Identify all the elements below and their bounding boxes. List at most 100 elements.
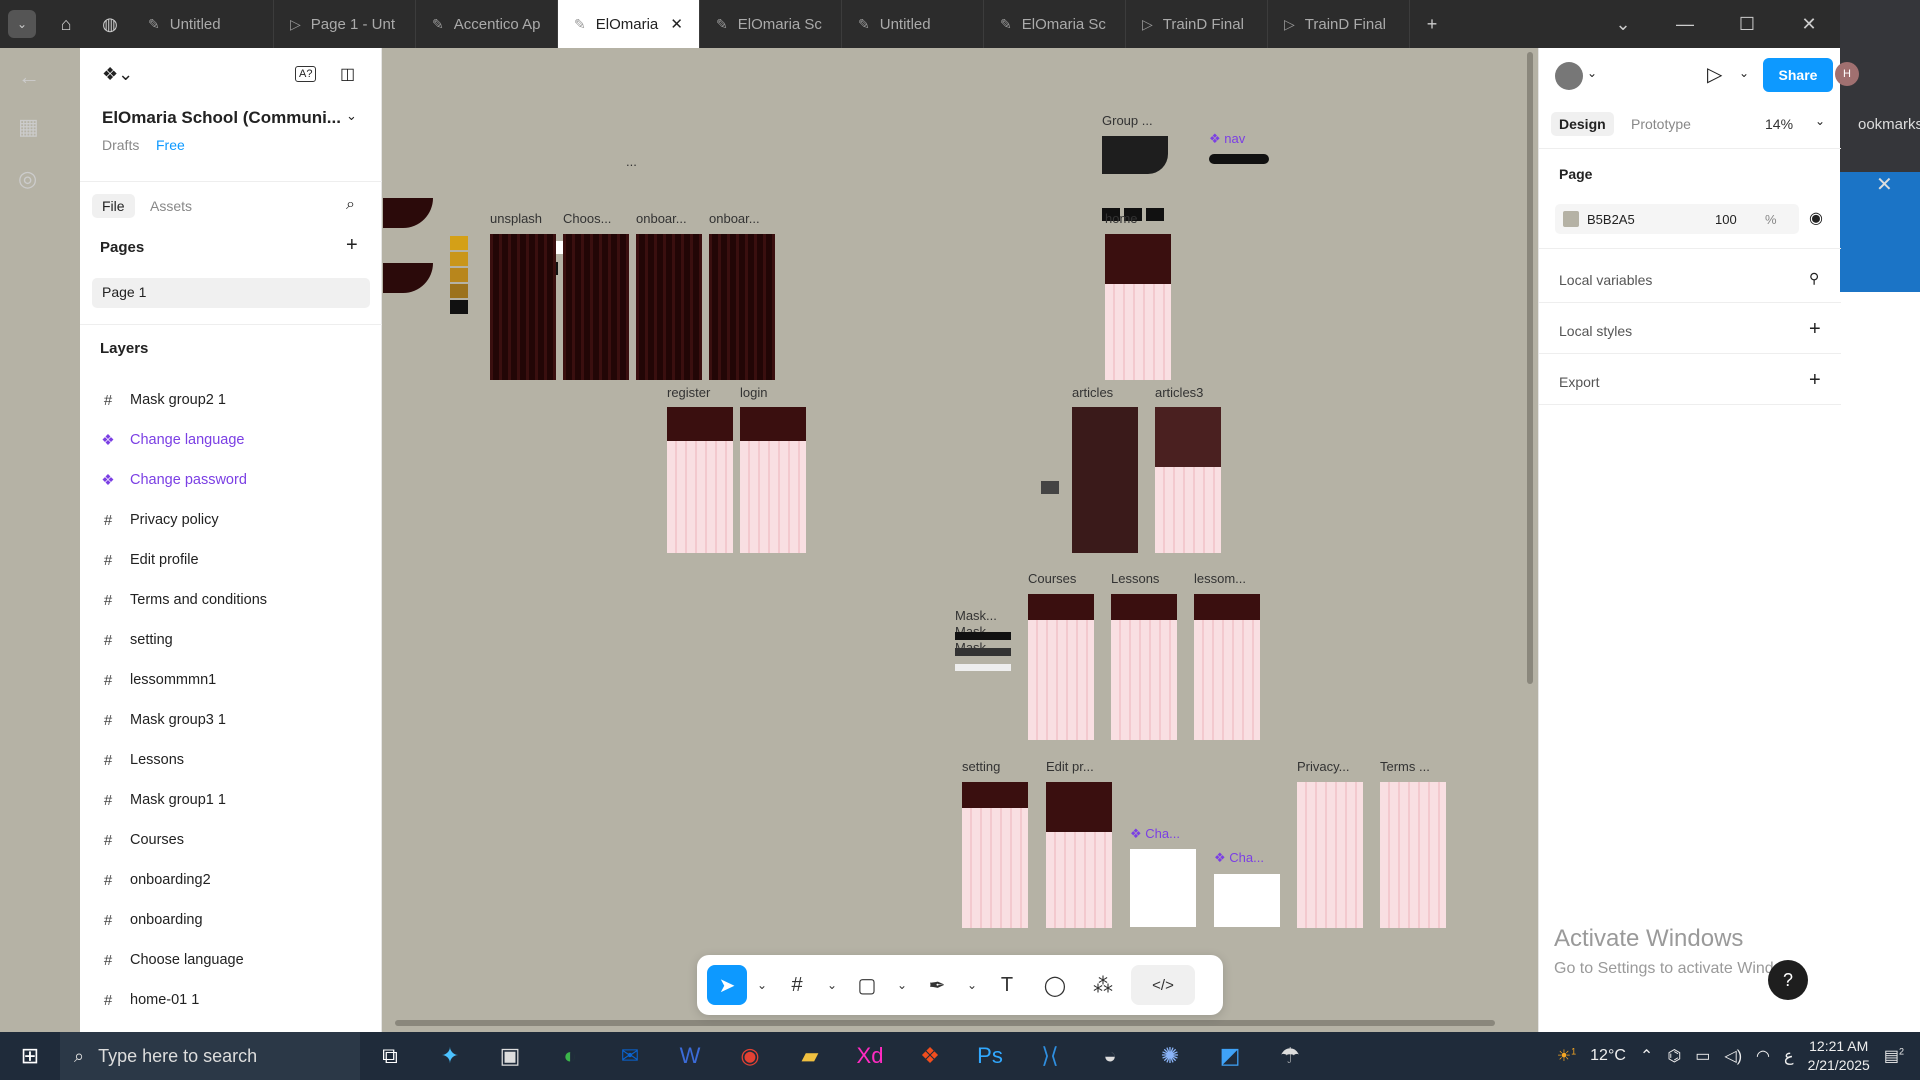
- frame-change-language[interactable]: [1214, 874, 1280, 927]
- weather-icon[interactable]: ☀1: [1557, 1046, 1576, 1066]
- design-canvas[interactable]: ... unsplash Choos... onboar... onboar..…: [383, 48, 1537, 1032]
- layer-item[interactable]: # Edit profile: [100, 544, 370, 576]
- frame-label[interactable]: onboar...: [636, 211, 687, 226]
- chevron-down-icon[interactable]: ⌄: [965, 965, 979, 1005]
- layer-item[interactable]: # Mask group1 1: [100, 784, 370, 816]
- actions-tool-icon[interactable]: ⁂: [1083, 965, 1123, 1005]
- figma-icon[interactable]: ❖: [900, 1032, 960, 1080]
- color-swatch[interactable]: [450, 284, 468, 298]
- frame-home[interactable]: [1105, 234, 1171, 380]
- browser-tab[interactable]: ✎ Untitled: [132, 0, 274, 48]
- bookmarks-label[interactable]: ookmarks: [1858, 116, 1920, 133]
- chevron-down-icon[interactable]: ⌄: [346, 108, 357, 124]
- chevron-down-icon[interactable]: ⌄: [1815, 114, 1825, 128]
- browser-tab[interactable]: ▷ Page 1 - Unt: [274, 0, 416, 48]
- windows-start-icon[interactable]: ⊞: [0, 1032, 60, 1080]
- frame-login[interactable]: [740, 407, 806, 553]
- mask-shape[interactable]: [383, 263, 433, 293]
- frame-terms[interactable]: [1380, 782, 1446, 928]
- folder-icon[interactable]: ▰: [780, 1032, 840, 1080]
- chevron-up-icon[interactable]: ⌃: [1640, 1046, 1653, 1066]
- frame-unsplash[interactable]: [490, 234, 556, 380]
- component-label[interactable]: ❖ nav: [1209, 131, 1245, 147]
- frame-register[interactable]: [667, 407, 733, 553]
- plan-badge[interactable]: Free: [156, 137, 185, 153]
- layer-item[interactable]: # onboarding2: [100, 864, 370, 896]
- export-label[interactable]: Export: [1559, 374, 1599, 390]
- frame-label[interactable]: articles3: [1155, 385, 1203, 400]
- color-swatch[interactable]: [450, 252, 468, 266]
- add-page-icon[interactable]: +: [346, 234, 358, 257]
- component-label[interactable]: ❖ Cha...: [1214, 850, 1264, 866]
- frame-label[interactable]: Edit pr...: [1046, 759, 1094, 774]
- layer-item[interactable]: ❖ Change language: [100, 424, 370, 456]
- clock[interactable]: 12:21 AM 2/21/2025: [1808, 1037, 1870, 1075]
- app-icon[interactable]: ☂: [1260, 1032, 1320, 1080]
- frame-setting[interactable]: [962, 782, 1028, 928]
- page-item[interactable]: Page 1: [92, 278, 370, 308]
- layer-item[interactable]: # Privacy policy: [100, 504, 370, 536]
- mask-shape[interactable]: [955, 648, 1011, 656]
- horizontal-scrollbar[interactable]: [395, 1020, 1495, 1026]
- frame-lessons[interactable]: [1111, 594, 1177, 740]
- project-title[interactable]: ElOmaria School (Communi...: [102, 108, 341, 128]
- adobe-xd-icon[interactable]: Xd: [840, 1032, 900, 1080]
- user-avatar[interactable]: H: [1835, 62, 1859, 86]
- frame-change-password[interactable]: [1130, 849, 1196, 927]
- frame-label[interactable]: lessom...: [1194, 571, 1246, 586]
- layer-item[interactable]: ❖ Change password: [100, 464, 370, 496]
- browser-tab[interactable]: ✎ ElOmaria Sc: [984, 0, 1126, 48]
- frame-label[interactable]: login: [740, 385, 767, 400]
- browser-tab[interactable]: ▷ TrainD Final: [1126, 0, 1268, 48]
- chevron-down-icon[interactable]: ⌄: [895, 965, 909, 1005]
- frame-edit-profile[interactable]: [1046, 782, 1112, 928]
- vscode-icon[interactable]: ⟩⟨: [1020, 1032, 1080, 1080]
- waves-icon[interactable]: W: [660, 1032, 720, 1080]
- nav-component[interactable]: [1209, 154, 1269, 164]
- variables-icon[interactable]: ⚲: [1809, 270, 1819, 287]
- page-color-field[interactable]: B5B2A5 100 %: [1555, 204, 1799, 234]
- frame-onboarding2[interactable]: [709, 234, 775, 380]
- layer-item[interactable]: # Courses: [100, 824, 370, 856]
- frame-label[interactable]: Mask...: [955, 608, 997, 623]
- dev-mode-icon[interactable]: </>: [1131, 965, 1195, 1005]
- chevron-down-icon[interactable]: ⌄: [1587, 66, 1597, 80]
- move-tool-icon[interactable]: ➤: [707, 965, 747, 1005]
- notifications-icon[interactable]: ▤2: [1884, 1046, 1904, 1066]
- comment-tool-icon[interactable]: ◯: [1035, 965, 1075, 1005]
- globe-icon[interactable]: ◍: [88, 0, 132, 48]
- battery-icon[interactable]: ▭: [1695, 1046, 1710, 1066]
- pen-tool-icon[interactable]: ✒: [917, 965, 957, 1005]
- frame-articles3[interactable]: [1155, 407, 1221, 553]
- back-icon[interactable]: ←: [18, 64, 40, 90]
- frame-tool-icon[interactable]: #: [777, 965, 817, 1005]
- frame-label[interactable]: articles: [1072, 385, 1113, 400]
- copilot-icon[interactable]: ✦: [420, 1032, 480, 1080]
- apps-icon[interactable]: ▦: [18, 114, 39, 140]
- close-window-icon[interactable]: ✕: [1778, 0, 1840, 48]
- color-swatch[interactable]: [1563, 211, 1579, 227]
- frame-lessommmn1[interactable]: [1194, 594, 1260, 740]
- local-variables-label[interactable]: Local variables: [1559, 272, 1652, 288]
- tab-design[interactable]: Design: [1551, 112, 1614, 136]
- color-swatch[interactable]: [450, 268, 468, 282]
- sidebar-toggle-icon[interactable]: ◫: [340, 64, 355, 84]
- layer-item[interactable]: # Terms and conditions: [100, 584, 370, 616]
- frame-label[interactable]: register: [667, 385, 710, 400]
- eye-icon[interactable]: ◉: [1809, 208, 1823, 228]
- network-icon[interactable]: ⌬: [1667, 1046, 1681, 1066]
- frame-privacy-policy[interactable]: [1297, 782, 1363, 928]
- add-style-icon[interactable]: +: [1809, 318, 1821, 341]
- layer-item[interactable]: # lessommmn1: [100, 664, 370, 696]
- help-button[interactable]: ?: [1768, 960, 1808, 1000]
- frame-label[interactable]: Lessons: [1111, 571, 1159, 586]
- home-icon[interactable]: ⌂: [44, 0, 88, 48]
- figma-menu-icon[interactable]: ❖⌄: [102, 64, 133, 85]
- temperature[interactable]: 12°C: [1590, 1047, 1626, 1065]
- search-icon[interactable]: ⌕: [346, 196, 355, 214]
- menu-chevron-icon[interactable]: ⌄: [0, 0, 44, 48]
- browser-tab[interactable]: ✎ Accentico Ap: [416, 0, 558, 48]
- vertical-scrollbar[interactable]: [1527, 52, 1533, 684]
- share-button[interactable]: Share: [1763, 58, 1833, 92]
- app-icon[interactable]: ◒: [1080, 1032, 1140, 1080]
